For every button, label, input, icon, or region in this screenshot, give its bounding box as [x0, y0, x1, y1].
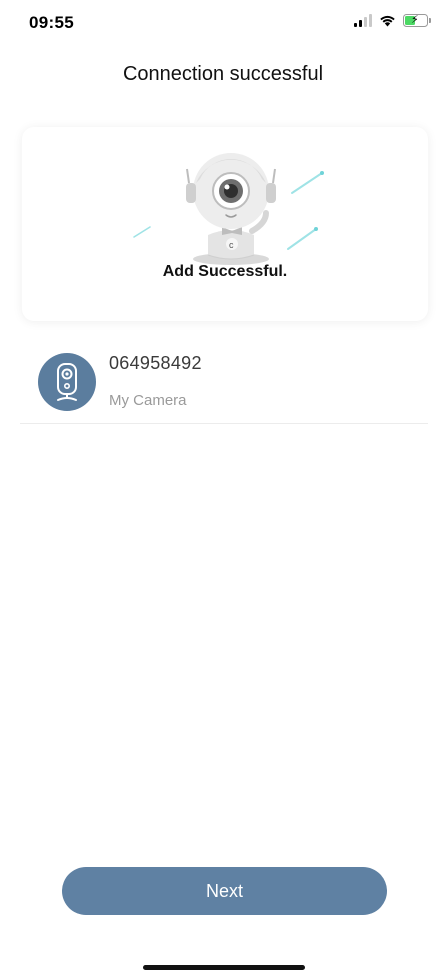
- device-avatar: [38, 353, 96, 411]
- security-camera-icon: [57, 363, 77, 401]
- status-icons: ⚡︎: [354, 14, 431, 27]
- status-bar: 09:55 ⚡︎: [0, 0, 446, 46]
- next-button[interactable]: Next: [62, 867, 387, 915]
- device-name: My Camera: [109, 392, 187, 409]
- camera-mascot-illustration: c: [133, 153, 324, 265]
- device-id: 064958492: [109, 353, 202, 373]
- home-indicator[interactable]: [143, 965, 305, 970]
- battery-charging-icon: ⚡︎: [403, 14, 431, 27]
- success-card: c Add Successful.: [22, 127, 428, 321]
- status-time: 09:55: [29, 13, 74, 32]
- page-title: Connection successful: [122, 63, 324, 85]
- cellular-signal-icon: [354, 14, 372, 27]
- svg-text:c: c: [229, 240, 234, 250]
- success-message: Add Successful.: [162, 263, 288, 280]
- device-list-item[interactable]: 064958492 My Camera: [20, 334, 428, 424]
- wifi-icon: [380, 15, 395, 27]
